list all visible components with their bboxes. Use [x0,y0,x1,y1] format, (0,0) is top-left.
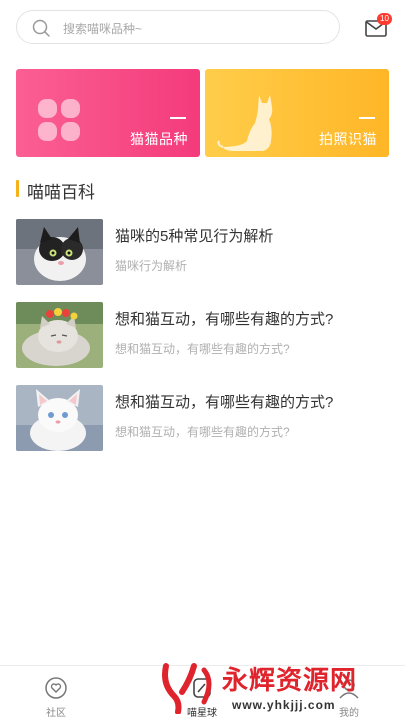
search-placeholder: 搜索喵咪品种~ [63,22,143,36]
watermark-text: 永辉资源网 [222,666,358,696]
watermark: 永辉资源网 www.yhkjjj.com [160,660,400,716]
article-item[interactable]: 想和猫互动，有哪些有趣的方式? 想和猫互动，有哪些有趣的方式? [16,385,390,453]
card-dash [359,117,375,119]
photo-identify-card[interactable]: 拍照识猫 [205,69,389,157]
notification-badge: 10 [377,13,392,25]
article-thumbnail [16,302,103,368]
tab-community[interactable]: 社区 [16,666,96,721]
tab-label: 社区 [46,708,66,719]
section-title: 喵喵百科 [27,183,95,202]
section-accent-bar [16,180,19,197]
search-input[interactable]: 搜索喵咪品种~ [16,10,340,44]
watermark-url: www.yhkjjj.com [232,698,336,712]
article-subtitle: 想和猫互动，有哪些有趣的方式? [115,425,290,439]
cat-breeds-card[interactable]: 猫猫品种 [16,69,200,157]
search-icon [32,19,50,37]
article-title: 想和猫互动，有哪些有趣的方式? [115,394,334,411]
article-title: 猫咪的5种常见行为解析 [115,228,274,245]
article-title: 想和猫互动，有哪些有趣的方式? [115,311,334,328]
article-subtitle: 想和猫互动，有哪些有趣的方式? [115,342,290,356]
cat-breeds-label: 猫猫品种 [130,131,188,147]
card-dash [170,117,186,119]
heart-bubble-icon [45,677,67,699]
watermark-logo-icon [162,663,212,714]
cat-silhouette-icon [217,95,273,151]
clover-icon [38,99,80,141]
article-subtitle: 猫咪行为解析 [115,259,188,273]
article-thumbnail [16,385,103,451]
article-thumbnail [16,219,103,285]
article-item[interactable]: 想和猫互动，有哪些有趣的方式? 想和猫互动，有哪些有趣的方式? [16,302,390,370]
header: 搜索喵咪品种~ 10 [0,0,405,56]
photo-identify-label: 拍照识猫 [319,131,377,147]
article-item[interactable]: 猫咪的5种常见行为解析 猫咪行为解析 [16,219,390,287]
